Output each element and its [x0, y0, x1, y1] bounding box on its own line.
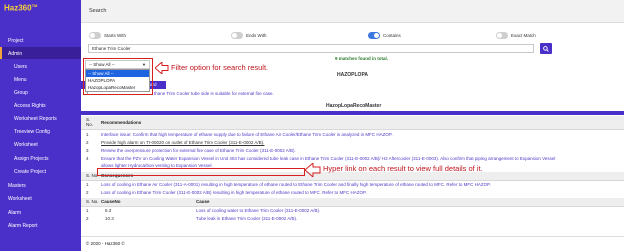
- ends-with-label: Ends With: [246, 33, 267, 38]
- result-link[interactable]: Tube leak in Ethane Trim Cooler (311-E-0…: [196, 216, 297, 221]
- reco-bar: [81, 111, 624, 115]
- result-link[interactable]: Ensure that the PZV on Cooling Water Exp…: [101, 156, 555, 161]
- row-number: 2: [86, 190, 89, 195]
- sidebar-item-menu[interactable]: Menu: [14, 77, 27, 83]
- sidebar-item-worksheet[interactable]: Worksheet: [14, 142, 38, 148]
- filter-highlight-box: [83, 58, 153, 95]
- app-logo: Haz360TM: [4, 3, 37, 13]
- row-number: 4: [86, 156, 89, 161]
- arrow-left-icon: [305, 163, 321, 177]
- result-link[interactable]: Loss of cooling water to Ethane Trim Coo…: [196, 208, 320, 213]
- sidebar-item-masters[interactable]: Masters: [8, 183, 26, 189]
- row-number: 1: [86, 182, 89, 187]
- sidebar-item-assign-projects[interactable]: Assign Projects: [14, 156, 48, 162]
- causes-table-header: S. No. CauseNo Cause: [81, 198, 624, 207]
- brand-tm: TM: [31, 3, 38, 8]
- match-count: 9 matches found in total.: [335, 56, 389, 61]
- link-highlight-box: [97, 168, 305, 176]
- page-title: Search: [89, 8, 107, 14]
- col-cause: Cause: [196, 199, 210, 204]
- footer-text: © 2020 - Haz360 ©: [86, 241, 125, 246]
- result-link[interactable]: Interface issue: Confirm that high tempe…: [101, 132, 393, 137]
- cause-number: 10.3: [105, 216, 114, 221]
- sidebar-item-treeview-config[interactable]: Treeview Config: [14, 129, 50, 135]
- main-content: Search Starts With Ends With Contains Ex…: [81, 0, 624, 252]
- row-number: 3: [86, 148, 89, 153]
- result-link[interactable]: Review the overpressure protection for e…: [101, 148, 296, 153]
- starts-with-label: Starts With: [104, 33, 127, 38]
- top-bar: Search: [81, 0, 624, 23]
- section-title-hazoplopa: HAZOPLOPA: [337, 72, 369, 78]
- ends-with-toggle[interactable]: [231, 32, 243, 39]
- arrow-left-icon: [155, 62, 169, 74]
- section-title-reco: HazopLopaRecoMaster: [326, 103, 382, 109]
- col-sno: S. No.: [86, 199, 99, 204]
- sidebar-item-alarm[interactable]: Alarm: [8, 210, 21, 216]
- col-recommendations: Recommendations: [101, 120, 142, 125]
- search-input[interactable]: Ethane Trim Cooler: [88, 44, 534, 53]
- result-link[interactable]: Loss of cooling in Ethane Trim Cooler (3…: [101, 190, 367, 195]
- exact-match-toggle[interactable]: [496, 32, 508, 39]
- contains-label: Contains: [383, 33, 401, 38]
- row-text[interactable]: thane Trim Cooler tube side is suitable …: [154, 91, 274, 96]
- sidebar-item-users[interactable]: Users: [14, 64, 27, 70]
- sidebar-item-alarm-report[interactable]: Alarm Report: [8, 223, 37, 229]
- contains-toggle[interactable]: [368, 32, 380, 39]
- sidebar: Haz360TM Project Admin Users Menu Group …: [0, 0, 81, 251]
- link-annotation: Hyper link on each result to view full d…: [323, 164, 483, 173]
- search-icon: [543, 45, 549, 52]
- brand-name: Haz360: [4, 3, 32, 13]
- row-number: 1: [86, 132, 89, 137]
- sidebar-item-admin[interactable]: Admin: [8, 51, 22, 57]
- exact-match-label: Exact Match: [511, 33, 536, 38]
- cause-number: 6.3: [105, 208, 112, 213]
- sidebar-item-worksheet-reports[interactable]: Worksheet Reports: [14, 116, 57, 122]
- row-number: 2: [86, 216, 89, 221]
- result-link[interactable]: Loss of cooling in Ethane Air Cooler (31…: [101, 182, 491, 187]
- sidebar-item-create-project[interactable]: Create Project: [14, 169, 46, 175]
- sidebar-item-access-rights[interactable]: Access Rights: [14, 103, 46, 109]
- col-causeno: CauseNo: [101, 199, 121, 204]
- col-sno: S. No.: [86, 117, 94, 127]
- filter-annotation: Filter option for search result.: [171, 63, 269, 72]
- row-number: 2: [86, 140, 89, 145]
- footer: © 2020 - Haz360 ©: [81, 236, 624, 252]
- starts-with-toggle[interactable]: [89, 32, 101, 39]
- sidebar-item-worksheet-main[interactable]: Worksheet: [8, 196, 32, 202]
- sidebar-item-group[interactable]: Group: [14, 90, 28, 96]
- reco-table-header: S. No. Recommendations: [81, 116, 624, 130]
- row-number: 1: [86, 208, 89, 213]
- search-button[interactable]: [540, 43, 552, 54]
- sidebar-item-project[interactable]: Project: [8, 38, 24, 44]
- result-link[interactable]: Provide high alarm on TI-00020 on outlet…: [101, 140, 264, 145]
